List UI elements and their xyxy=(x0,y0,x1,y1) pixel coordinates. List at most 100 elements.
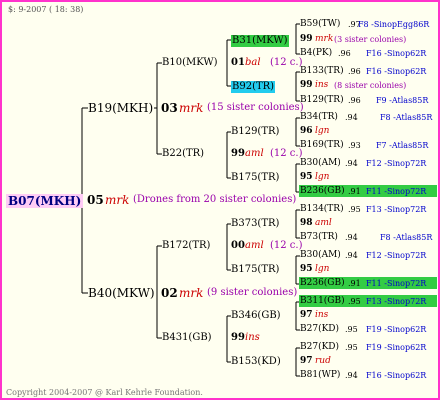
pedigree-frame: $: 9-2007 ( 18: 38) Copyright 2004-2007 … xyxy=(0,0,440,400)
gen3-label[interactable]: B129(TR) xyxy=(231,127,279,137)
gen4-source: F12 -Sinop72R xyxy=(366,251,427,260)
gen3-label[interactable]: B92(TR) xyxy=(231,81,276,93)
gen4-score: .94 xyxy=(345,251,358,260)
copyright-footer: Copyright 2004-2007 @ Karl Kehrle Founda… xyxy=(6,388,203,397)
gen1-label[interactable]: B40(MKW) xyxy=(88,287,155,299)
gen3-label[interactable]: B373(TR) xyxy=(231,219,279,229)
gen2-note: (12 c.) xyxy=(270,57,303,68)
gen4-label[interactable]: B30(AM) xyxy=(300,251,341,260)
gen3-year: 97 xyxy=(300,356,313,366)
gen4-score: .96 xyxy=(338,49,351,58)
gen3-label[interactable]: B175(TR) xyxy=(231,173,279,183)
gen3-year: 95 xyxy=(300,264,313,274)
gen2-type: bal xyxy=(245,57,261,68)
gen3-type: ins xyxy=(315,80,329,90)
gen4-source: F13 -Sinop72R xyxy=(366,297,427,306)
gen3-type: lgn xyxy=(315,126,330,136)
gen4-label[interactable]: B34(TR) xyxy=(300,113,338,122)
gen2-year: 99 xyxy=(231,332,245,343)
gen3-note: (8 sister colonies) xyxy=(334,81,407,90)
gen3-label[interactable]: B175(TR) xyxy=(231,265,279,275)
gen2-type: aml xyxy=(245,240,264,251)
gen3-year: 97 xyxy=(300,310,313,320)
gen4-score: .94 xyxy=(345,371,358,380)
gen4-source: F11 -Sinop72R xyxy=(366,279,427,288)
gen3-type: mrk xyxy=(315,34,334,44)
gen4-label[interactable]: B27(KD) xyxy=(300,343,339,352)
gen3-type: aml xyxy=(315,218,332,228)
gen4-source: F19 -Sinop62R xyxy=(366,325,427,334)
gen4-source: F8 -Atlas85R xyxy=(380,233,433,242)
gen1-year: 03 xyxy=(161,101,178,115)
gen4-label[interactable]: B73(TR) xyxy=(300,233,338,242)
gen4-label[interactable]: B134(TR) xyxy=(300,205,344,214)
gen4-source: F16 -Sinop62R xyxy=(366,371,427,380)
gen1-label[interactable]: B19(MKH) xyxy=(88,102,153,114)
gen3-type: lgn xyxy=(315,264,330,274)
gen4-score: .91 xyxy=(348,187,361,196)
gen4-label[interactable]: B30(AM) xyxy=(300,159,341,168)
gen3-year: 95 xyxy=(300,172,313,182)
gen4-label[interactable]: B133(TR) xyxy=(300,67,344,76)
gen4-score: .91 xyxy=(348,279,361,288)
gen2-label[interactable]: B10(MKW) xyxy=(162,58,218,68)
gen1-type: mrk xyxy=(179,101,204,115)
root-note: (Drones from 20 sister colonies) xyxy=(133,194,297,205)
gen4-source: F8 -SinopEgg86R xyxy=(358,20,430,29)
gen2-type: aml xyxy=(245,148,264,159)
gen2-year: 99 xyxy=(231,148,245,159)
gen3-type: rud xyxy=(315,356,331,366)
gen4-source: F12 -Sinop72R xyxy=(366,159,427,168)
gen4-source: F11 -Sinop72R xyxy=(366,187,427,196)
gen4-source: F7 -Atlas85R xyxy=(376,141,429,150)
gen1-year: 02 xyxy=(161,286,178,300)
gen4-label[interactable]: B81(WP) xyxy=(300,371,340,380)
gen4-label[interactable]: B169(TR) xyxy=(300,141,344,150)
gen3-year: 98 xyxy=(300,218,313,228)
gen4-label[interactable]: B27(KD) xyxy=(300,325,339,334)
gen4-score: .95 xyxy=(345,325,358,334)
gen4-label[interactable]: B236(GB) xyxy=(300,187,345,196)
gen3-label[interactable]: B346(GB) xyxy=(231,311,281,321)
gen2-label[interactable]: B431(GB) xyxy=(162,333,212,343)
gen4-label[interactable]: B311(GB) xyxy=(300,297,345,306)
gen4-source: F13 -Sinop72R xyxy=(366,205,427,214)
gen2-label[interactable]: B172(TR) xyxy=(162,241,210,251)
gen2-year: 00 xyxy=(231,240,245,251)
gen3-year: 99 xyxy=(300,80,313,90)
gen2-year: 01 xyxy=(231,57,245,68)
gen4-source: F16 -Sinop62R xyxy=(366,67,427,76)
gen4-label[interactable]: B236(GB) xyxy=(300,279,345,288)
gen2-note: (12 c.) xyxy=(270,240,303,251)
root-type: mrk xyxy=(105,193,130,207)
gen4-label[interactable]: B4(PK) xyxy=(300,49,332,58)
gen3-label[interactable]: B31(MKW) xyxy=(231,35,289,47)
gen4-score: .94 xyxy=(345,159,358,168)
gen4-score: .95 xyxy=(345,343,358,352)
gen3-label[interactable]: B153(KD) xyxy=(231,357,281,367)
gen1-note: (9 sister colonies) xyxy=(207,287,298,298)
gen4-score: .96 xyxy=(348,67,361,76)
gen1-type: mrk xyxy=(179,286,204,300)
gen4-source: F9 -Atlas85R xyxy=(376,96,429,105)
gen4-score: .94 xyxy=(345,233,358,242)
report-date: $: 9-2007 ( 18: 38) xyxy=(8,5,84,14)
gen3-note: (3 sister colonies) xyxy=(334,35,407,44)
gen3-year: 99 xyxy=(300,34,313,44)
gen4-source: F19 -Sinop62R xyxy=(366,343,427,352)
gen4-score: .95 xyxy=(348,297,361,306)
gen4-source: F16 -Sinop62R xyxy=(366,49,427,58)
gen4-label[interactable]: B129(TR) xyxy=(300,96,344,105)
gen4-label[interactable]: B59(TW) xyxy=(300,20,340,29)
gen3-type: ins xyxy=(315,310,329,320)
gen3-year: 96 xyxy=(300,126,313,136)
root-bee-label[interactable]: B07(MKH) xyxy=(6,194,84,208)
gen4-score: .96 xyxy=(348,96,361,105)
gen2-label[interactable]: B22(TR) xyxy=(162,149,204,159)
gen1-note: (15 sister colonies) xyxy=(207,102,304,113)
gen3-type: lgn xyxy=(315,172,330,182)
root-year: 05 xyxy=(87,193,104,207)
gen4-source: F8 -Atlas85R xyxy=(380,113,433,122)
gen4-score: .93 xyxy=(348,141,361,150)
gen2-note: (12 c.) xyxy=(270,148,303,159)
